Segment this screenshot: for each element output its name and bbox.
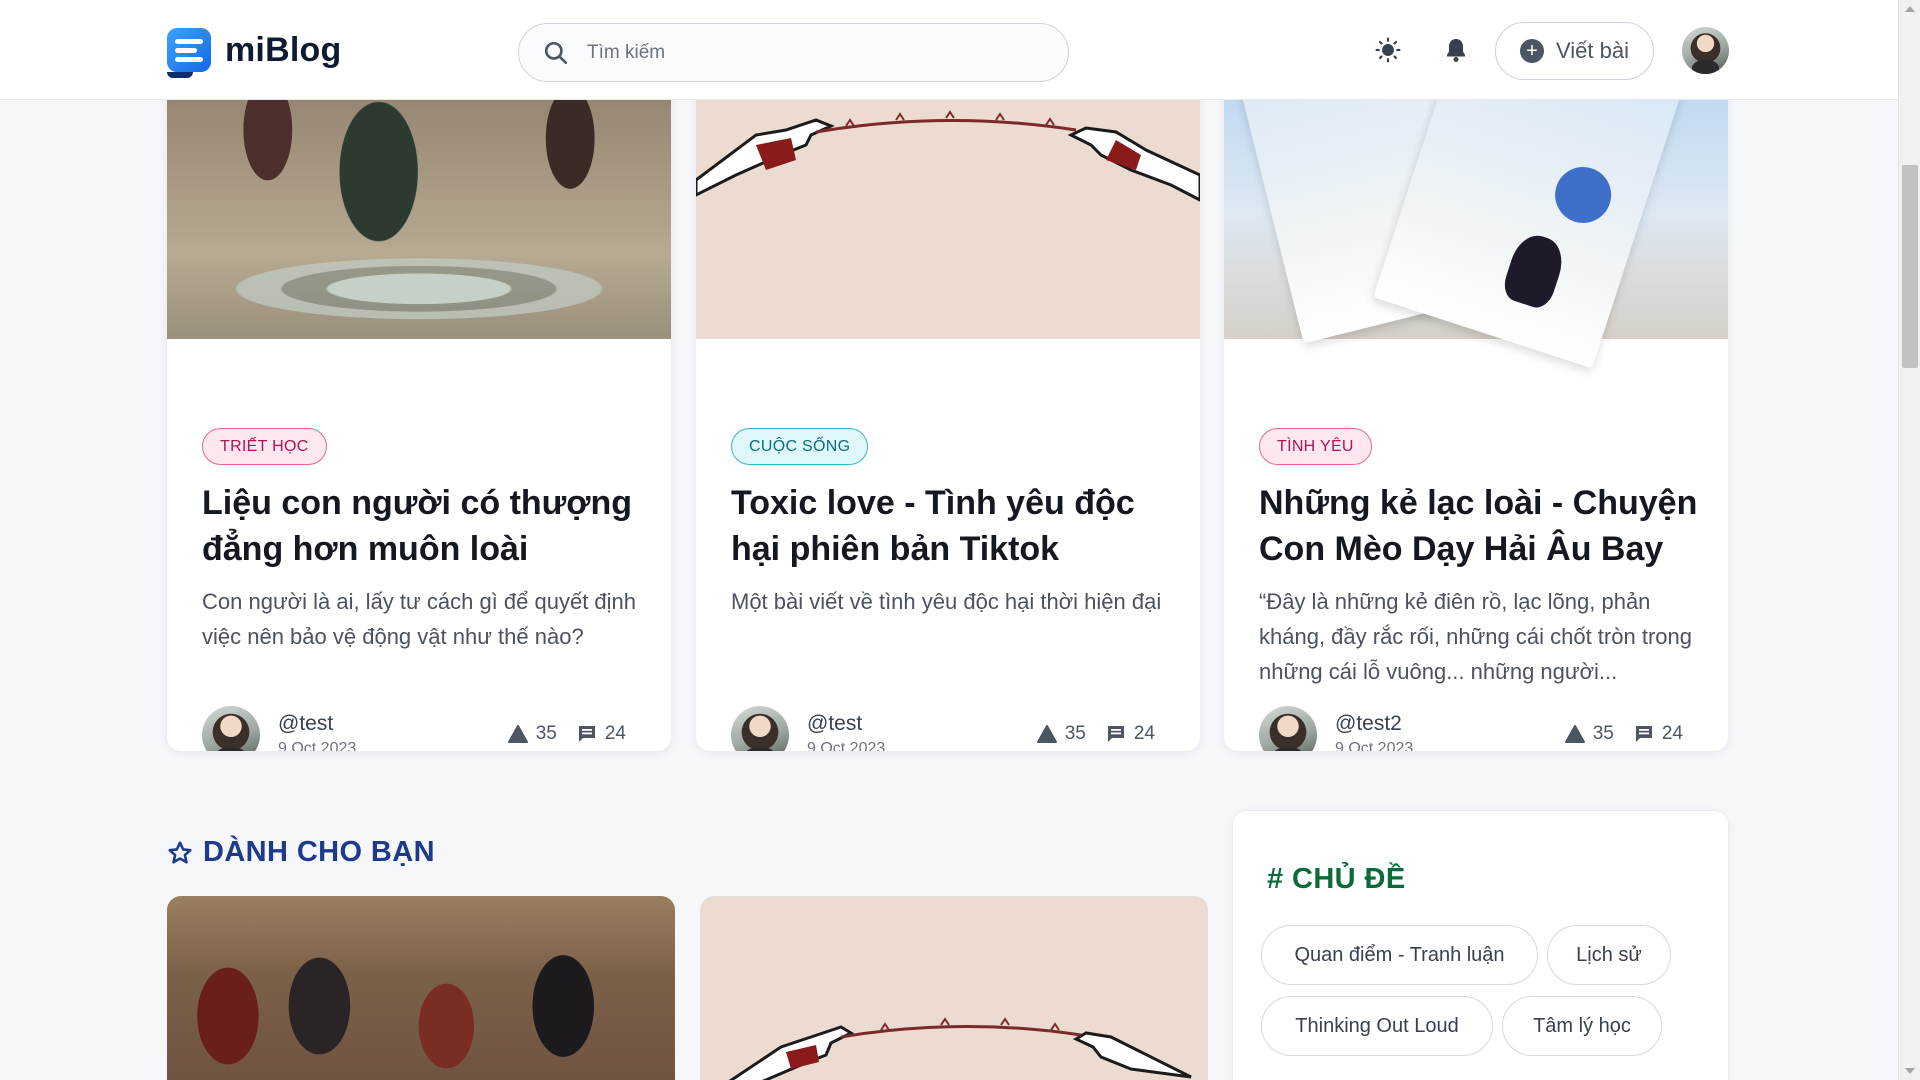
for-you-title: DÀNH CHO BẠN	[203, 836, 435, 868]
hands-illustration	[728, 1017, 1192, 1080]
post-thumbnail	[696, 60, 1200, 339]
upvote-icon	[1564, 725, 1585, 743]
write-post-button[interactable]: + Viết bài	[1495, 22, 1654, 80]
comment-count: 24	[1661, 723, 1683, 744]
post-author[interactable]: @test 9 Oct 2023	[202, 706, 356, 751]
comment-count: 24	[1133, 723, 1155, 744]
vertical-scrollbar[interactable]	[1898, 0, 1920, 1080]
notifications-button[interactable]	[1438, 32, 1474, 68]
site-logo[interactable]: miBlog	[167, 28, 342, 78]
upvote-icon	[507, 725, 528, 743]
post-excerpt: “Đây là những kẻ điên rồ, lạc lõng, phản…	[1259, 589, 1692, 684]
plus-circle-icon: +	[1520, 39, 1544, 63]
write-post-label: Viết bài	[1556, 38, 1629, 63]
for-you-heading: DÀNH CHO BẠN	[167, 836, 435, 869]
topic-chip[interactable]: Quan điểm - Tranh luận	[1261, 925, 1538, 985]
post-author[interactable]: @test 9 Oct 2023	[731, 706, 885, 751]
for-you-post-thumbnail[interactable]	[700, 896, 1208, 1080]
author-name: @test	[278, 712, 334, 735]
comment-icon	[578, 726, 595, 742]
category-tag[interactable]: TÌNH YÊU	[1259, 428, 1372, 465]
top-navbar: miBlog + Viết bài	[0, 0, 1898, 100]
post-date: 9 Oct 2023	[807, 740, 886, 751]
topics-title: # CHỦ ĐỀ	[1267, 863, 1406, 895]
topic-chip[interactable]: Lịch sử	[1547, 925, 1671, 985]
post-title[interactable]: Liệu con người có thượng đẳng hơn muôn l…	[202, 480, 642, 572]
post-excerpt: Con người là ai, lấy tư cách gì để quyết…	[202, 589, 637, 649]
post-excerpt: Một bài viết về tình yêu độc hại thời hi…	[731, 589, 1162, 614]
author-avatar	[731, 706, 789, 751]
author-avatar	[202, 706, 260, 751]
category-tag[interactable]: TRIẾT HỌC	[202, 428, 327, 465]
logo-icon	[167, 28, 211, 78]
post-card[interactable]: TÌNH YÊU Những kẻ lạc loài - Chuyện Con …	[1224, 60, 1728, 751]
post-stats: 35 24	[507, 723, 626, 745]
post-card[interactable]: TRIẾT HỌC Liệu con người có thượng đẳng …	[167, 60, 671, 751]
post-author[interactable]: @test2 9 Oct 2023	[1259, 706, 1413, 751]
scroll-down-arrow-icon[interactable]	[1905, 1068, 1915, 1074]
comment-stat[interactable]: 24	[1106, 723, 1155, 745]
upvote-stat[interactable]: 35	[1564, 723, 1614, 745]
bell-icon	[1447, 39, 1465, 62]
portrait-illustration	[1547, 159, 1619, 231]
for-you-post-thumbnail[interactable]	[167, 896, 675, 1080]
topic-chip[interactable]: Tâm lý học	[1502, 996, 1662, 1056]
scroll-up-arrow-icon[interactable]	[1905, 6, 1915, 12]
theme-toggle-button[interactable]	[1370, 32, 1406, 68]
upvote-stat[interactable]: 35	[1036, 723, 1086, 745]
post-stats: 35 24	[1564, 723, 1683, 745]
post-stats: 35 24	[1036, 723, 1155, 745]
star-icon	[168, 840, 192, 864]
category-tag[interactable]: CUỘC SỐNG	[731, 428, 869, 465]
post-date: 9 Oct 2023	[1335, 740, 1414, 751]
comment-icon	[1635, 726, 1652, 742]
search-icon	[544, 41, 568, 64]
comment-icon	[1107, 726, 1124, 742]
upvote-icon	[1036, 725, 1057, 743]
upvote-stat[interactable]: 35	[507, 723, 557, 745]
author-name: @test2	[1335, 712, 1402, 735]
author-avatar	[1259, 706, 1317, 751]
post-title[interactable]: Toxic love - Tình yêu độc hại phiên bản …	[731, 480, 1171, 572]
hands-illustration	[696, 110, 1200, 202]
post-title[interactable]: Những kẻ lạc loài - Chuyện Con Mèo Dạy H…	[1259, 480, 1699, 572]
post-thumbnail	[1224, 60, 1728, 369]
comment-stat[interactable]: 24	[1634, 723, 1683, 745]
upvote-count: 35	[535, 723, 557, 744]
post-card[interactable]: CUỘC SỐNG Toxic love - Tình yêu độc hại …	[696, 60, 1200, 751]
scrollbar-thumb[interactable]	[1902, 165, 1918, 368]
topics-panel: # CHỦ ĐỀ Quan điểm - Tranh luận Lịch sử …	[1232, 810, 1729, 1080]
logo-text: miBlog	[225, 30, 342, 69]
upvote-count: 35	[1064, 723, 1086, 744]
author-name: @test	[807, 712, 863, 735]
comment-count: 24	[604, 723, 626, 744]
upvote-count: 35	[1592, 723, 1614, 744]
topic-chip[interactable]: Thinking Out Loud	[1261, 996, 1493, 1056]
cat-illustration	[1499, 229, 1569, 312]
post-date: 9 Oct 2023	[278, 740, 357, 751]
user-avatar[interactable]	[1682, 27, 1729, 74]
search-box[interactable]	[518, 23, 1069, 82]
post-thumbnail	[167, 60, 671, 339]
sun-icon	[1375, 37, 1401, 63]
comment-stat[interactable]: 24	[577, 723, 626, 745]
search-input[interactable]	[587, 41, 1027, 64]
